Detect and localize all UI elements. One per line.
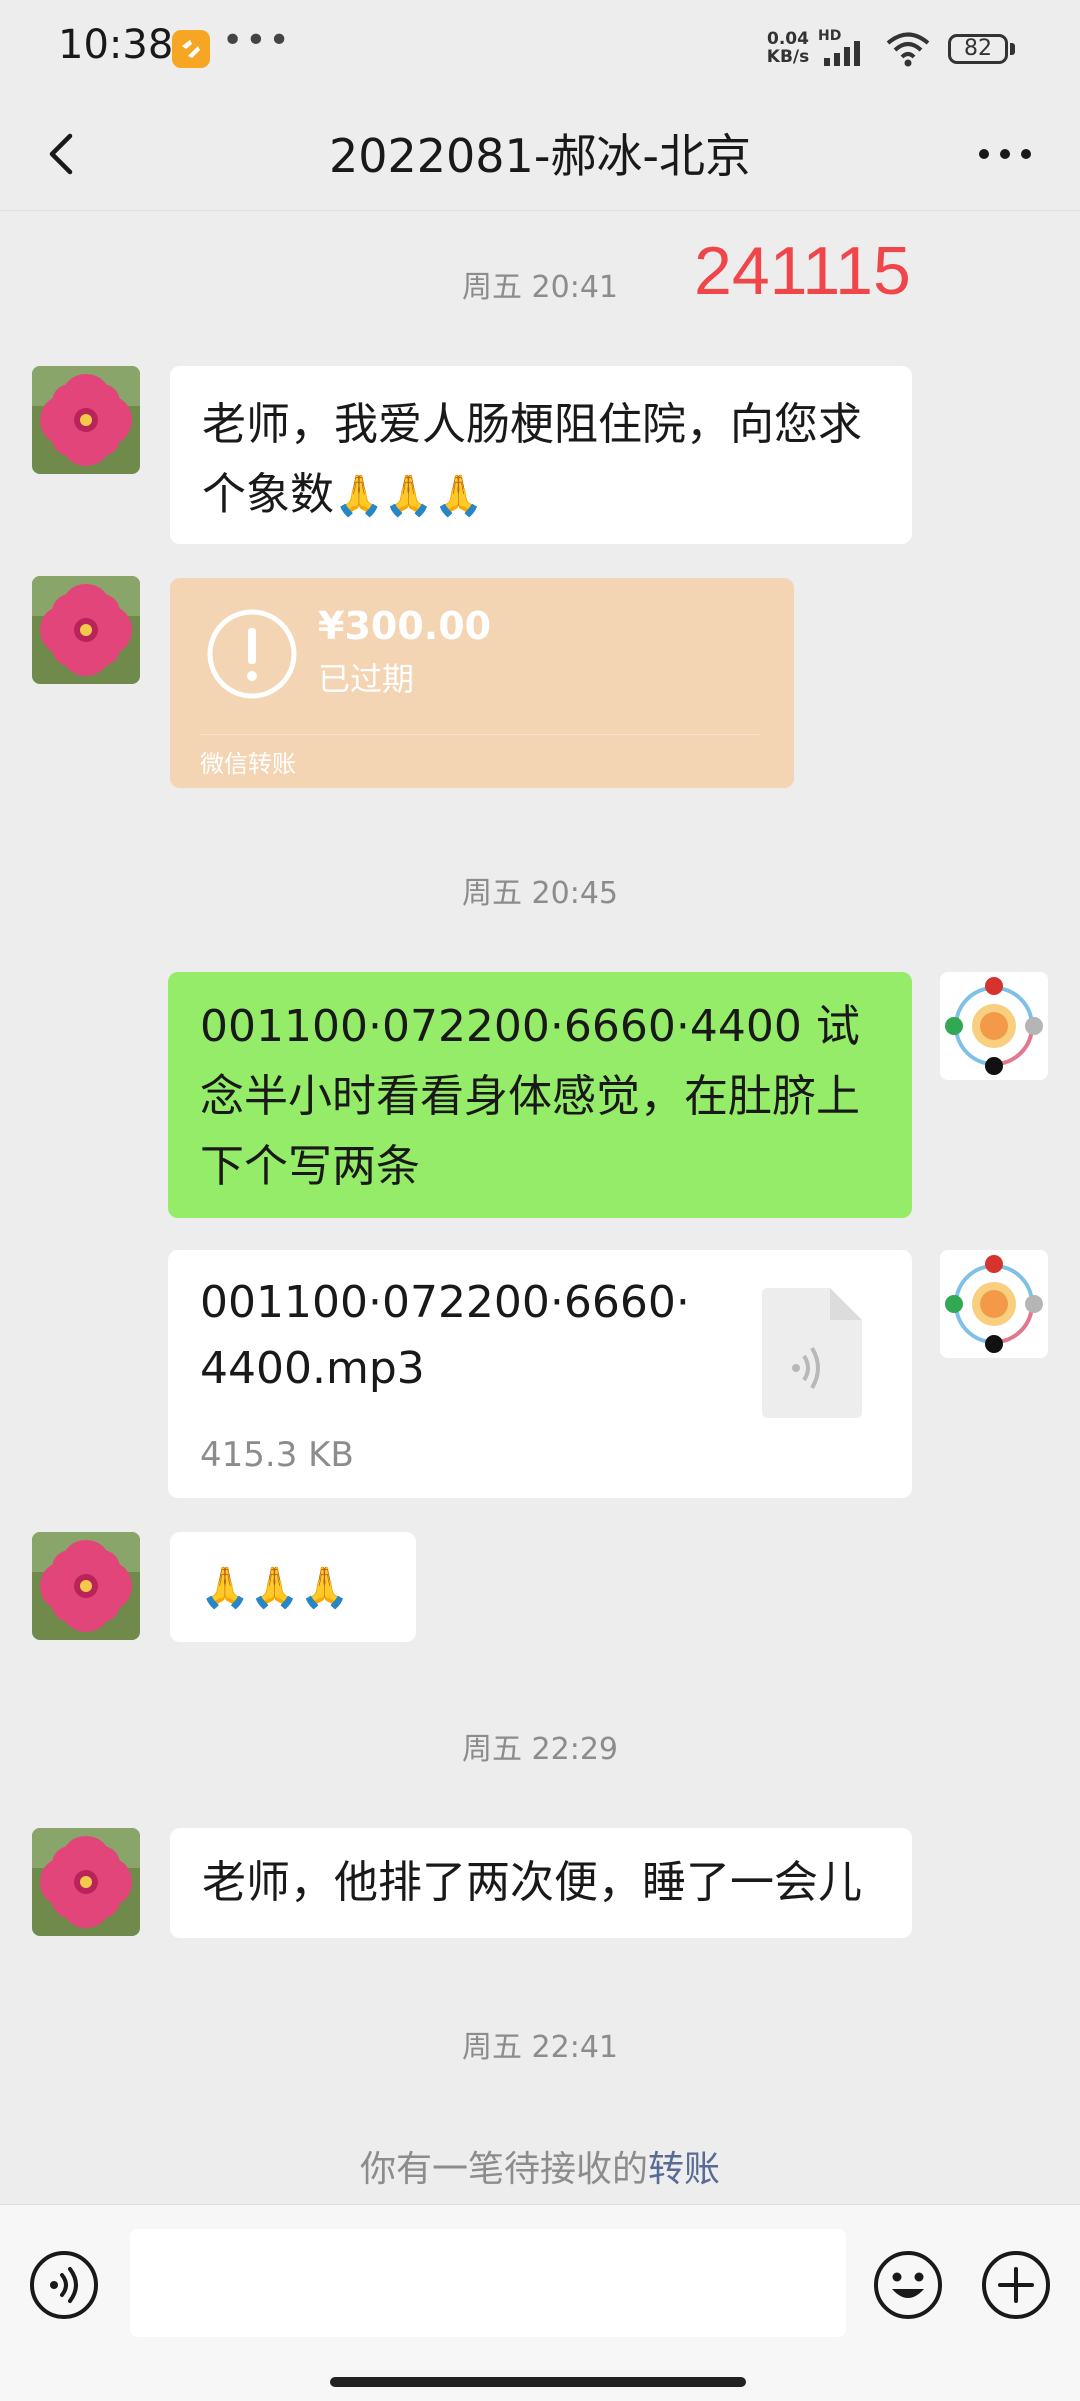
file-size: 415.3 KB	[200, 1435, 354, 1475]
audio-file-icon	[762, 1288, 862, 1418]
message-input[interactable]	[130, 2229, 846, 2337]
transfer-amount: ¥300.00	[318, 604, 492, 648]
flower-avatar-icon	[32, 1828, 140, 1936]
transfer-source: 微信转账	[200, 750, 296, 778]
own-avatar[interactable]	[940, 972, 1048, 1080]
contact-avatar[interactable]	[32, 366, 140, 474]
five-elements-diagram-icon	[940, 1250, 1048, 1358]
timestamp: 周五 22:29	[462, 1732, 618, 1767]
more-dots-icon[interactable]	[970, 118, 1040, 188]
red-annotation: 241115	[694, 233, 911, 309]
emoji-icon[interactable]	[872, 2249, 944, 2321]
own-avatar[interactable]	[940, 1250, 1048, 1358]
battery-tip	[1010, 43, 1015, 55]
battery-icon: 82	[948, 34, 1008, 64]
status-more-dots: •••	[222, 20, 292, 61]
message-text: 老师，他排了两次便，睡了一会儿	[202, 1857, 862, 1908]
pending-transfer-notice: 你有一笔待接收的转账	[0, 2140, 1080, 2192]
flower-avatar-icon	[32, 1532, 140, 1640]
expired-exclamation-icon	[207, 609, 297, 699]
wifi-icon	[886, 32, 930, 67]
status-time: 10:38	[58, 22, 174, 68]
pending-transfer-text: 你有一笔待接收的	[359, 2149, 648, 2190]
back-chevron-icon[interactable]	[36, 118, 96, 188]
chat-title: 2022081-郝冰-北京	[328, 129, 752, 183]
flower-avatar-icon	[32, 366, 140, 474]
file-message-card[interactable]: 001100·072200·6660·4400.mp3 415.3 KB	[168, 1250, 912, 1498]
home-indicator[interactable]	[330, 2377, 746, 2387]
transfer-divider	[200, 734, 760, 735]
file-name: 001100·072200·6660·4400.mp3	[200, 1277, 690, 1394]
net-speed-unit: KB/s	[766, 47, 810, 67]
transfer-card[interactable]: ¥300.00 已过期 微信转账	[170, 578, 794, 788]
pending-transfer-link[interactable]: 转账	[648, 2149, 720, 2190]
voice-icon[interactable]	[28, 2249, 100, 2321]
message-bubble[interactable]: 🙏🙏🙏	[170, 1532, 416, 1642]
contact-avatar[interactable]	[32, 576, 140, 684]
net-speed: 0.04 KB/s	[764, 30, 812, 66]
message-bubble[interactable]: 老师，我爱人肠梗阻住院，向您求个象数🙏🙏🙏	[170, 366, 912, 544]
timestamp: 周五 22:41	[462, 2030, 618, 2065]
message-text: 老师，我爱人肠梗阻住院，向您求个象数	[202, 399, 862, 520]
net-speed-value: 0.04	[767, 29, 809, 49]
flower-avatar-icon	[32, 576, 140, 684]
status-bar: 10:38 ••• 0.04 KB/s HD 82	[0, 0, 1080, 96]
pray-emoji: 🙏🙏🙏	[200, 1565, 350, 1611]
transfer-status: 已过期	[318, 660, 415, 698]
timestamp: 周五 20:41	[462, 270, 618, 305]
message-text: 001100·072200·6660·4400 试念半小时看看身体感觉，在肚脐上…	[200, 1001, 860, 1192]
own-message-bubble[interactable]: 001100·072200·6660·4400 试念半小时看看身体感觉，在肚脐上…	[168, 972, 912, 1218]
plus-icon[interactable]	[980, 2249, 1052, 2321]
pray-emoji: 🙏🙏🙏	[334, 473, 484, 519]
timestamp: 周五 20:45	[462, 876, 618, 911]
five-elements-diagram-icon	[940, 972, 1048, 1080]
signal-icon	[824, 41, 860, 66]
app-notification-icon	[172, 30, 210, 68]
contact-avatar[interactable]	[32, 1532, 140, 1640]
contact-avatar[interactable]	[32, 1828, 140, 1936]
message-bubble[interactable]: 老师，他排了两次便，睡了一会儿	[170, 1828, 912, 1938]
input-bar	[0, 2204, 1080, 2401]
chat-header: 2022081-郝冰-北京	[0, 96, 1080, 211]
